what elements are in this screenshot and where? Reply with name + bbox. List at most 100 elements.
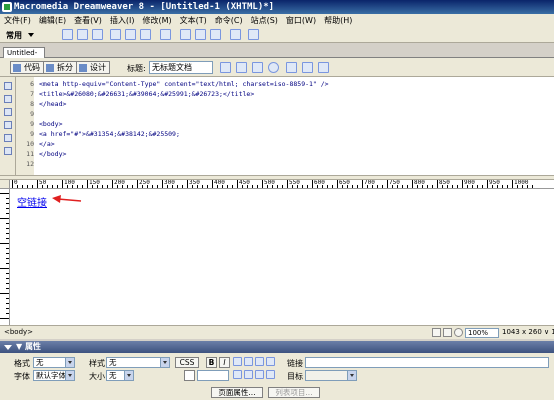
format-select[interactable]: 无 bbox=[33, 357, 75, 368]
color-input[interactable] bbox=[197, 370, 229, 381]
align-justify-icon[interactable] bbox=[266, 357, 275, 366]
style-select[interactable]: 无 bbox=[106, 357, 170, 368]
link-input[interactable] bbox=[305, 357, 549, 368]
email-link-icon[interactable] bbox=[77, 29, 88, 40]
ruler-minor-tick bbox=[407, 185, 408, 188]
select-tool-icon[interactable] bbox=[432, 328, 441, 337]
refresh-icon[interactable] bbox=[286, 62, 297, 73]
tag-selector[interactable]: <body> bbox=[4, 328, 33, 336]
template-icon[interactable] bbox=[210, 29, 221, 40]
menu-commands[interactable]: 命令(C) bbox=[211, 16, 247, 25]
design-view[interactable]: 空链接 bbox=[10, 189, 554, 325]
ruler-minor-tick bbox=[527, 185, 528, 188]
menu-help[interactable]: 帮助(H) bbox=[320, 16, 356, 25]
visual-aids-icon[interactable] bbox=[318, 62, 329, 73]
validate-icon[interactable] bbox=[236, 62, 247, 73]
ruler-tick bbox=[6, 313, 9, 314]
table-icon[interactable] bbox=[110, 29, 121, 40]
menu-window[interactable]: 窗口(W) bbox=[282, 16, 320, 25]
menu-modify[interactable]: 修改(M) bbox=[138, 16, 175, 25]
css-button[interactable]: CSS bbox=[175, 357, 199, 368]
italic-button[interactable]: I bbox=[219, 357, 230, 368]
size-select[interactable]: 无 bbox=[106, 370, 134, 381]
menu-text[interactable]: 文本(T) bbox=[176, 16, 211, 25]
browser-check-icon[interactable] bbox=[220, 62, 231, 73]
zoom-select[interactable]: 100% bbox=[465, 328, 499, 338]
hand-tool-icon[interactable] bbox=[443, 328, 452, 337]
page-properties-button[interactable]: 页面属性... bbox=[211, 387, 263, 398]
file-management-icon[interactable] bbox=[252, 62, 263, 73]
layer-icon[interactable] bbox=[125, 29, 136, 40]
ruler-minor-tick bbox=[272, 185, 273, 188]
line-number: 11 bbox=[26, 150, 34, 158]
font-select[interactable]: 默认字体 bbox=[33, 370, 75, 381]
menu-insert[interactable]: 插入(I) bbox=[106, 16, 139, 25]
ruler-minor-tick bbox=[122, 185, 123, 188]
code-view-button[interactable]: 代码 bbox=[10, 61, 44, 74]
comment-icon[interactable] bbox=[195, 29, 206, 40]
zoom-tool-icon[interactable] bbox=[454, 328, 463, 337]
balance-braces-icon[interactable] bbox=[4, 134, 12, 142]
document-title-input[interactable]: 无标题文档 bbox=[149, 61, 213, 74]
collapse-tag-icon[interactable] bbox=[4, 95, 12, 103]
image-icon[interactable] bbox=[140, 29, 151, 40]
align-left-icon[interactable] bbox=[233, 357, 242, 366]
target-select[interactable] bbox=[305, 370, 357, 381]
bold-button[interactable]: B bbox=[206, 357, 217, 368]
size-label: 大小 bbox=[89, 372, 105, 381]
align-center-icon[interactable] bbox=[244, 357, 253, 366]
indent-icon[interactable] bbox=[266, 370, 275, 379]
insert-category-select[interactable]: 常用 bbox=[6, 30, 22, 41]
chevron-down-icon[interactable] bbox=[28, 33, 34, 37]
list-item-button[interactable]: 列表项目... bbox=[268, 387, 320, 398]
menu-file[interactable]: 文件(F) bbox=[0, 16, 35, 25]
code-line[interactable]: </head> bbox=[39, 100, 66, 108]
code-line[interactable]: <body> bbox=[39, 120, 62, 128]
ruler-origin[interactable] bbox=[0, 180, 10, 189]
empty-link[interactable]: 空链接 bbox=[17, 194, 47, 209]
tab-untitled-1[interactable]: Untitled-1* bbox=[3, 47, 45, 67]
ruler-tick bbox=[6, 278, 9, 279]
ruler-minor-tick bbox=[347, 185, 348, 188]
preview-browser-icon[interactable] bbox=[268, 62, 279, 73]
ruler-tick bbox=[0, 268, 9, 269]
tag-chooser-icon[interactable] bbox=[230, 29, 241, 40]
menu-view[interactable]: 查看(V) bbox=[70, 16, 106, 25]
menu-site[interactable]: 站点(S) bbox=[247, 16, 282, 25]
date-icon[interactable] bbox=[180, 29, 191, 40]
media-icon[interactable] bbox=[160, 29, 171, 40]
ruler-minor-tick bbox=[157, 185, 158, 188]
window-size-readout[interactable]: 1043 x 260 ∨ 1 K bbox=[502, 328, 554, 336]
code-line[interactable]: </body> bbox=[39, 150, 66, 158]
comment-code-icon[interactable] bbox=[4, 147, 12, 155]
code-line[interactable]: <a href="#">&#31354;&#38142;&#25509; bbox=[39, 130, 180, 138]
align-right-icon[interactable] bbox=[255, 357, 264, 366]
split-view-icon bbox=[46, 64, 54, 72]
snippet-icon[interactable] bbox=[248, 29, 259, 40]
open-documents-icon[interactable] bbox=[4, 82, 12, 90]
unordered-list-icon[interactable] bbox=[233, 370, 242, 379]
view-options-icon[interactable] bbox=[302, 62, 313, 73]
named-anchor-icon[interactable] bbox=[92, 29, 103, 40]
expand-all-icon[interactable] bbox=[4, 108, 12, 116]
split-view-button[interactable]: 拆分 bbox=[43, 61, 77, 74]
ruler-minor-tick bbox=[277, 185, 278, 188]
code-line[interactable]: <title>&#26080;&#26631;&#39064;&#25991;&… bbox=[39, 90, 254, 98]
ruler-major-tick bbox=[287, 180, 288, 188]
ruler-major-tick bbox=[12, 180, 13, 188]
menu-edit[interactable]: 编辑(E) bbox=[35, 16, 70, 25]
color-picker-swatch[interactable] bbox=[184, 370, 195, 381]
hyperlink-icon[interactable] bbox=[62, 29, 73, 40]
ruler-minor-tick bbox=[517, 185, 518, 188]
select-parent-icon[interactable] bbox=[4, 121, 12, 129]
ruler-label: 350 bbox=[189, 180, 200, 186]
code-line[interactable]: <meta http-equiv="Content-Type" content=… bbox=[39, 80, 329, 88]
code-editor[interactable]: <meta http-equiv="Content-Type" content=… bbox=[34, 77, 554, 175]
ordered-list-icon[interactable] bbox=[244, 370, 253, 379]
outdent-icon[interactable] bbox=[255, 370, 264, 379]
code-line[interactable]: </a> bbox=[39, 140, 55, 148]
properties-panel-header[interactable]: ▼ 属性 bbox=[0, 341, 554, 353]
document-toolbar: 代码 拆分 设计 标题: 无标题文档 bbox=[0, 58, 554, 77]
ruler-major-tick bbox=[137, 180, 138, 188]
design-view-button[interactable]: 设计 bbox=[76, 61, 110, 74]
